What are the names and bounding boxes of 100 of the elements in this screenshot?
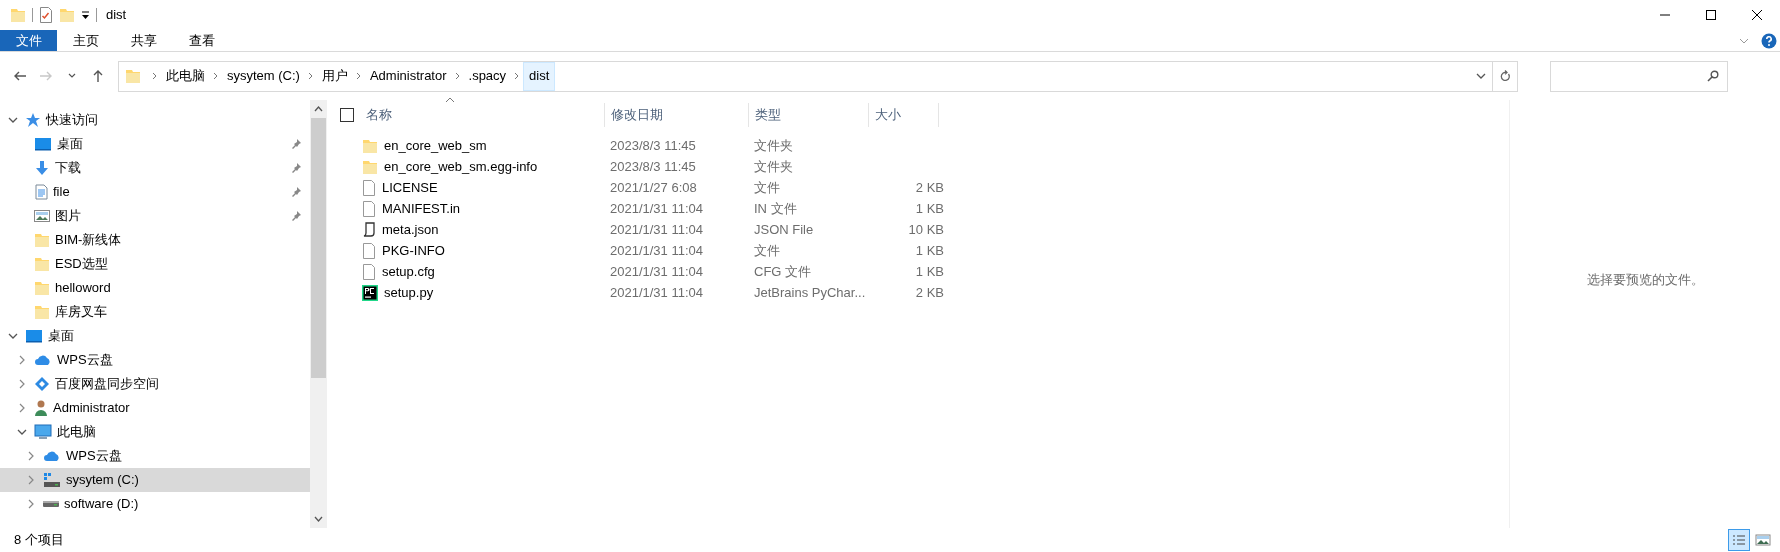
breadcrumb-item[interactable]: sysytem (C:) xyxy=(222,61,305,91)
tree-item[interactable]: helloword xyxy=(0,276,310,300)
folder-icon xyxy=(362,137,378,154)
maximize-icon[interactable] xyxy=(1705,9,1717,21)
chevron-right-icon[interactable] xyxy=(28,451,34,461)
chevron-down-icon[interactable] xyxy=(17,429,27,435)
file-name[interactable]: meta.json xyxy=(362,219,610,240)
cloud-icon xyxy=(43,449,61,463)
file-type: 文件 xyxy=(754,178,781,197)
column-header[interactable]: 大小 xyxy=(869,103,939,127)
pycharm-icon xyxy=(362,284,378,301)
help-icon[interactable] xyxy=(1761,32,1777,49)
view-toggle[interactable] xyxy=(1728,529,1750,551)
folder-icon xyxy=(34,304,50,320)
tree-item[interactable]: ESD选型 xyxy=(0,252,310,276)
modified-date: 2023/8/3 11:45 xyxy=(610,136,697,155)
script-icon xyxy=(362,221,376,238)
chevron-down-icon[interactable] xyxy=(8,333,18,339)
picture-icon xyxy=(34,209,50,223)
chevron-right-icon[interactable] xyxy=(19,355,25,365)
properties-icon[interactable] xyxy=(39,7,53,23)
back-arrow-icon[interactable] xyxy=(13,69,27,83)
tree-item[interactable]: WPS云盘 xyxy=(0,348,310,372)
tree-item[interactable]: file xyxy=(0,180,310,204)
column-header[interactable]: 修改日期 xyxy=(605,103,749,127)
refresh-icon[interactable] xyxy=(1499,69,1511,83)
folder-icon xyxy=(125,68,141,84)
tree-item[interactable]: 百度网盘同步空间 xyxy=(0,372,310,396)
computer-icon xyxy=(34,424,52,440)
tree-item[interactable]: Administrator xyxy=(0,396,310,420)
tree-item[interactable]: software (D:) xyxy=(0,492,310,516)
folder-icon xyxy=(34,232,50,248)
tree-item[interactable]: 库房叉车 xyxy=(0,300,310,324)
modified-date: 2021/1/31 11:04 xyxy=(610,220,704,239)
large-icons-view-icon xyxy=(1755,533,1771,547)
folder-icon xyxy=(34,256,50,272)
ribbon-tab[interactable]: 共享 xyxy=(115,30,173,51)
desktop-icon xyxy=(34,136,52,152)
column-header[interactable]: 类型 xyxy=(749,103,869,127)
breadcrumb-item[interactable]: Administrator xyxy=(364,61,452,91)
file-type: JSON File xyxy=(754,220,815,239)
file-name[interactable]: PKG-INFO xyxy=(362,240,610,261)
cloud-icon xyxy=(34,353,52,367)
select-all-checkbox[interactable] xyxy=(340,108,354,122)
star-icon xyxy=(25,112,41,128)
tree-item[interactable]: 快速访问 xyxy=(0,108,310,132)
search-field[interactable] xyxy=(1550,60,1728,92)
modified-date: 2023/8/3 11:45 xyxy=(610,157,697,176)
ribbon-tab[interactable]: 查看 xyxy=(173,30,231,51)
item-count: 8 个项目 xyxy=(14,531,64,550)
folder-icon xyxy=(362,158,378,175)
file-name[interactable]: setup.cfg xyxy=(362,261,610,282)
column-header[interactable]: 名称 xyxy=(360,103,605,127)
scroll-up-icon xyxy=(314,106,323,112)
tree-item[interactable]: BIM-新线体 xyxy=(0,228,310,252)
file-name[interactable]: LICENSE xyxy=(362,177,610,198)
file-name[interactable]: setup.py xyxy=(362,282,610,303)
tree-item[interactable]: WPS云盘 xyxy=(0,444,310,468)
preview-message: 选择要预览的文件。 xyxy=(1586,271,1704,289)
chevron-down-icon[interactable] xyxy=(68,73,76,79)
breadcrumb-item[interactable]: 此电脑 xyxy=(161,61,210,91)
file-type: JetBrains PyChar... xyxy=(754,283,867,302)
file-name[interactable]: MANIFEST.in xyxy=(362,198,610,219)
tree-item[interactable]: 下载 xyxy=(0,156,310,180)
folder-icon xyxy=(10,7,26,23)
tree-item[interactable]: 此电脑 xyxy=(0,420,310,444)
scrollbar[interactable] xyxy=(310,100,327,528)
tree-item[interactable]: sysytem (C:) xyxy=(0,468,310,492)
dropdown-icon[interactable] xyxy=(81,10,90,20)
tree-item[interactable]: 图片 xyxy=(0,204,310,228)
file-menu-tab[interactable]: 文件 xyxy=(0,30,57,51)
chevron-down-icon[interactable] xyxy=(8,117,18,123)
chevron-right-icon[interactable] xyxy=(19,379,25,389)
file-type: CFG 文件 xyxy=(754,262,813,281)
file-type: 文件夹 xyxy=(754,157,794,176)
file-name[interactable]: en_core_web_sm xyxy=(362,135,610,156)
scroll-down-icon xyxy=(314,516,323,522)
user-icon xyxy=(34,399,48,417)
desktop-icon xyxy=(25,328,43,344)
close-icon[interactable] xyxy=(1751,9,1763,21)
file-icon xyxy=(362,179,376,196)
chevron-down-icon[interactable] xyxy=(1476,73,1486,79)
file-name[interactable]: en_core_web_sm.egg-info xyxy=(362,156,610,177)
file-size: 2 KB xyxy=(914,178,944,197)
details-view-icon xyxy=(1731,533,1747,547)
ribbon-tab[interactable]: 主页 xyxy=(57,30,115,51)
tree-item[interactable]: 桌面 xyxy=(0,324,310,348)
modified-date: 2021/1/31 11:04 xyxy=(610,283,704,302)
drive-icon xyxy=(43,501,59,507)
breadcrumb-item[interactable]: 用户 xyxy=(316,61,353,91)
diamond-icon xyxy=(34,376,50,392)
chevron-right-icon[interactable] xyxy=(28,499,34,509)
tree-item[interactable]: 桌面 xyxy=(0,132,310,156)
file-icon xyxy=(362,263,376,280)
breadcrumb-item[interactable]: dist xyxy=(523,61,556,91)
document-icon xyxy=(34,184,48,200)
up-arrow-icon[interactable] xyxy=(91,69,105,83)
file-size: 10 KB xyxy=(907,220,944,239)
chevron-right-icon[interactable] xyxy=(19,403,25,413)
breadcrumb-item[interactable]: .spacy xyxy=(463,61,512,91)
